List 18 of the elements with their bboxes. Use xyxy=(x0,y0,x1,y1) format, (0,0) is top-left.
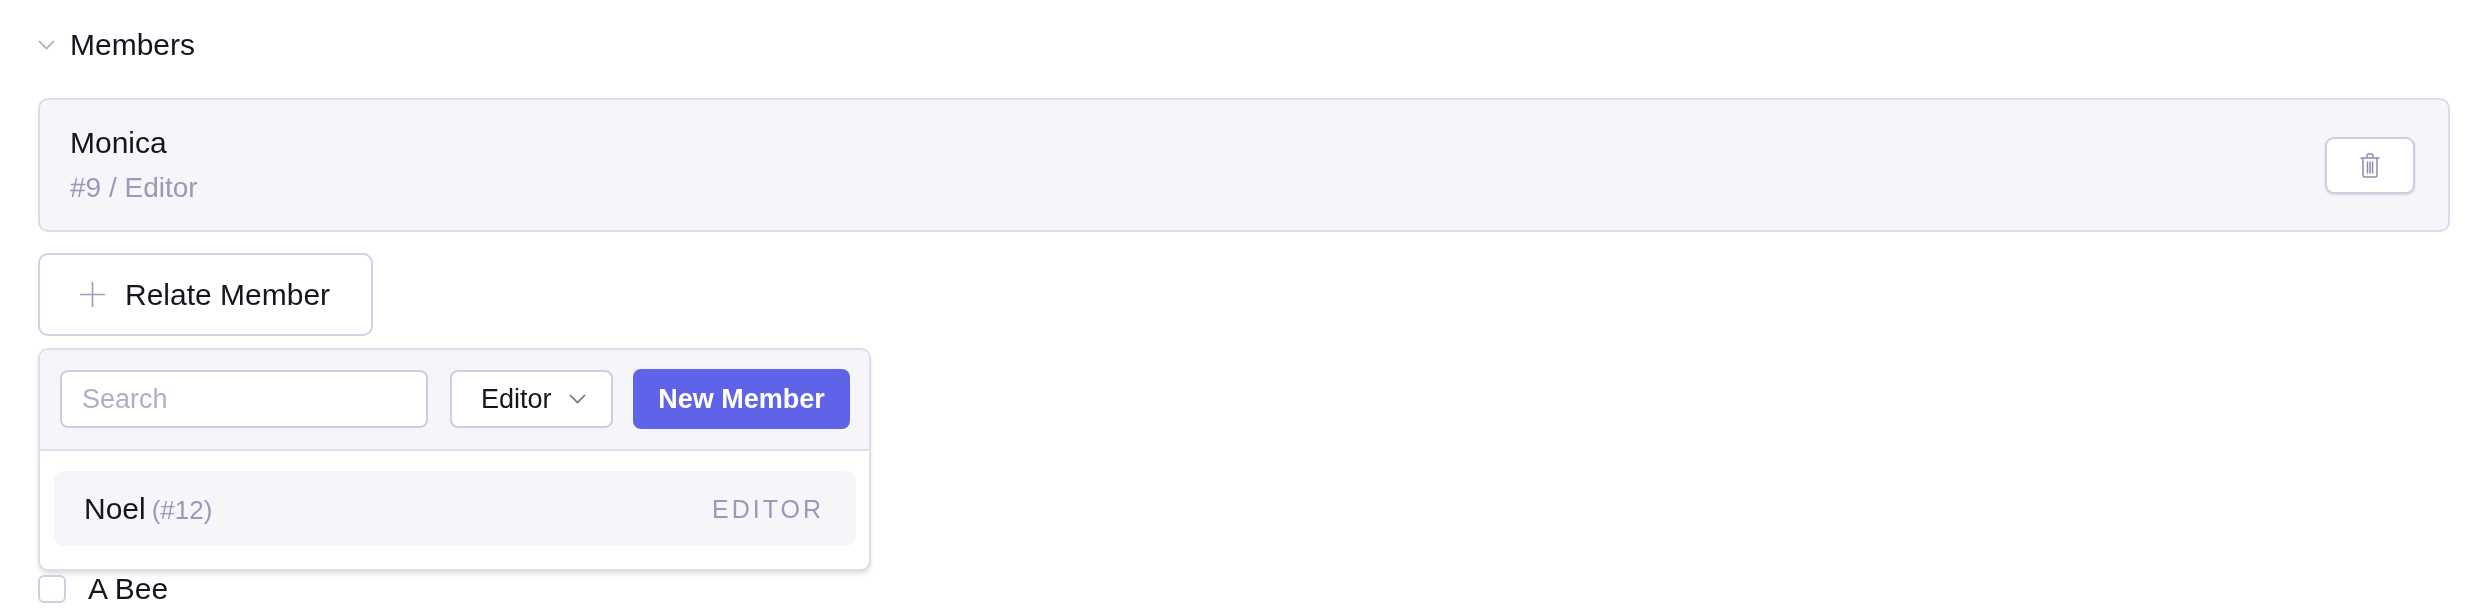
section-title: Members xyxy=(70,27,196,63)
chevron-down-icon[interactable] xyxy=(38,40,55,50)
checkbox[interactable] xyxy=(38,575,66,603)
result-role: EDITOR xyxy=(712,493,824,524)
search-field[interactable]: Search xyxy=(60,370,428,428)
result-id: (#12) xyxy=(151,493,213,526)
plus-icon xyxy=(80,282,105,307)
member-name: Monica xyxy=(70,125,168,161)
option-label: A Bee xyxy=(88,572,169,606)
member-subtitle: #9 / Editor xyxy=(70,171,198,205)
delete-button[interactable] xyxy=(2325,136,2415,194)
new-member-button[interactable]: New Member xyxy=(633,369,850,429)
chevron-down-icon xyxy=(568,394,586,404)
relate-member-button[interactable]: Relate Member xyxy=(38,253,373,336)
result-item[interactable]: Noel (#12) EDITOR xyxy=(54,471,856,546)
trash-icon xyxy=(2360,152,2380,178)
result-name: Noel xyxy=(84,490,146,527)
role-dropdown[interactable]: Editor xyxy=(450,370,613,428)
